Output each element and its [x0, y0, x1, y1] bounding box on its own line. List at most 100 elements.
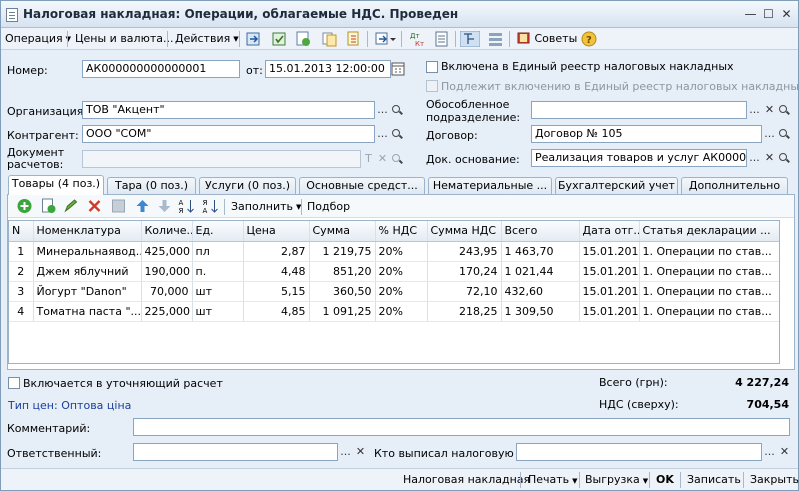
base-doc-search-icon[interactable]: [779, 153, 787, 161]
fill-menu[interactable]: Заполнить ▼: [231, 199, 301, 215]
column-header[interactable]: Статья декларации ...: [639, 221, 779, 242]
payment-doc-clear-icon[interactable]: ✕: [376, 151, 389, 169]
cell-quantity[interactable]: 70,000: [141, 281, 193, 302]
cell-price[interactable]: 4,48: [243, 261, 310, 282]
cell-vat-rate[interactable]: 20%: [375, 241, 428, 262]
cell-quantity[interactable]: 190,000: [141, 261, 193, 282]
journal-icon[interactable]: [433, 31, 450, 47]
cell-vat-rate[interactable]: 20%: [375, 281, 428, 302]
debit-credit-icon[interactable]: ДтКт: [409, 31, 426, 47]
cell-sum[interactable]: 851,20: [309, 261, 376, 282]
column-header[interactable]: Цена: [243, 221, 310, 242]
prices-currency-button[interactable]: Цены и валюта...: [75, 31, 173, 47]
payment-doc-search-icon[interactable]: [392, 154, 400, 162]
pick-button[interactable]: Подбор: [307, 199, 350, 215]
tab-accounting[interactable]: Бухгалтерский учет: [555, 177, 678, 195]
cell-ship-date[interactable]: 15.01.2013: [579, 301, 640, 322]
cell-ship-date[interactable]: 15.01.2013: [579, 281, 640, 302]
column-header[interactable]: Всего: [501, 221, 580, 242]
number-field[interactable]: АК000000000000001: [82, 60, 240, 78]
column-header[interactable]: Дата отг...: [579, 221, 640, 242]
cell-ship-date[interactable]: 15.01.2013: [579, 241, 640, 262]
contract-select-button[interactable]: ...: [763, 126, 776, 144]
save-button[interactable]: Записать: [687, 473, 741, 486]
cell-total[interactable]: 1 021,44: [501, 261, 580, 282]
column-header[interactable]: N: [9, 221, 34, 242]
cell-sum[interactable]: 1 219,75: [309, 241, 376, 262]
cell-vat-rate[interactable]: 20%: [375, 301, 428, 322]
comment-field[interactable]: [133, 418, 790, 436]
responsible-field[interactable]: [133, 443, 338, 461]
responsible-select-button[interactable]: ...: [339, 444, 352, 462]
subdivision-clear-icon[interactable]: ✕: [763, 102, 776, 120]
cell-vat-sum[interactable]: 243,95: [427, 241, 502, 262]
cell-vat-rate[interactable]: 20%: [375, 261, 428, 282]
in-registry-checkbox[interactable]: [426, 61, 438, 73]
copy-document-icon[interactable]: [321, 31, 338, 47]
subdivision-search-icon[interactable]: [779, 105, 787, 113]
contract-field[interactable]: Договор № 105: [531, 125, 762, 143]
cell-unit[interactable]: п.: [192, 261, 244, 282]
maximize-button[interactable]: ☐: [761, 7, 776, 22]
organization-field[interactable]: ТОВ "Акцент": [82, 101, 375, 119]
actions-menu[interactable]: Действия ▼: [175, 31, 239, 47]
table-row[interactable]: 4 Томатна паста "... 225,000 шт 4,85 1 0…: [9, 301, 779, 322]
base-doc-select-button[interactable]: ...: [748, 150, 761, 168]
subdivision-select-button[interactable]: ...: [748, 102, 761, 120]
list-view-icon[interactable]: [487, 31, 504, 47]
table-row[interactable]: 1 Минеральнаявод... 425,000 пл 2,87 1 21…: [9, 241, 779, 262]
cell-product[interactable]: Йогурт "Danon": [33, 281, 142, 302]
go-to-icon[interactable]: [375, 31, 397, 47]
cell-price[interactable]: 5,15: [243, 281, 310, 302]
cell-vat-sum[interactable]: 170,24: [427, 261, 502, 282]
sort-desc-icon[interactable]: ЯА: [202, 198, 219, 214]
structure-icon[interactable]: [345, 31, 362, 47]
type-select-icon[interactable]: T: [362, 151, 375, 169]
edit-row-icon[interactable]: [62, 198, 79, 214]
add-row-icon[interactable]: [16, 198, 33, 214]
cell-product[interactable]: Томатна паста "...: [33, 301, 142, 322]
help-icon[interactable]: ?: [581, 31, 598, 47]
cell-product[interactable]: Минеральнаявод...: [33, 241, 142, 262]
column-header[interactable]: Сумма: [309, 221, 376, 242]
cell-total[interactable]: 1 309,50: [501, 301, 580, 322]
sort-asc-icon[interactable]: АЯ: [178, 198, 195, 214]
print-menu[interactable]: Печать ▼: [528, 473, 578, 486]
cell-total[interactable]: 432,60: [501, 281, 580, 302]
refine-calc-checkbox[interactable]: [8, 377, 20, 389]
copy-row-icon[interactable]: [40, 198, 57, 214]
table-row[interactable]: 2 Джем яблучний 190,000 п. 4,48 851,20 2…: [9, 261, 779, 282]
organization-search-icon[interactable]: [392, 105, 400, 113]
hierarchy-icon[interactable]: [460, 31, 480, 47]
tax-invoice-print-button[interactable]: Налоговая накладная: [403, 473, 530, 486]
tab-fixed-assets[interactable]: Основные средст...: [299, 177, 425, 195]
tab-containers[interactable]: Тара (0 поз.): [107, 177, 196, 195]
cell-declaration[interactable]: 1. Операции по став...: [639, 241, 779, 262]
organization-select-button[interactable]: ...: [376, 102, 389, 120]
cell-sum[interactable]: 1 091,25: [309, 301, 376, 322]
issuer-field[interactable]: [516, 443, 762, 461]
cell-declaration[interactable]: 1. Операции по став...: [639, 261, 779, 282]
minimize-button[interactable]: —: [743, 7, 758, 22]
tab-services[interactable]: Услуги (0 поз.): [199, 177, 296, 195]
cell-declaration[interactable]: 1. Операции по став...: [639, 281, 779, 302]
cell-unit[interactable]: шт: [192, 301, 244, 322]
operation-menu[interactable]: Операция ▼: [5, 31, 71, 47]
date-field[interactable]: 15.01.2013 12:00:00: [265, 60, 391, 78]
payment-doc-field[interactable]: [82, 150, 361, 168]
upload-menu[interactable]: Выгрузка ▼: [585, 473, 648, 486]
counterparty-field[interactable]: ООО "СОМ": [82, 125, 375, 143]
cell-quantity[interactable]: 425,000: [141, 241, 193, 262]
cell-product[interactable]: Джем яблучний: [33, 261, 142, 282]
column-header[interactable]: Количе...: [141, 221, 193, 242]
column-header[interactable]: % НДС: [375, 221, 428, 242]
cell-vat-sum[interactable]: 218,25: [427, 301, 502, 322]
cell-sum[interactable]: 360,50: [309, 281, 376, 302]
ok-button[interactable]: OK: [656, 473, 674, 486]
cell-quantity[interactable]: 225,000: [141, 301, 193, 322]
price-type-link[interactable]: Тип цен: Оптова ціна: [8, 399, 131, 412]
move-up-icon[interactable]: [134, 198, 151, 214]
table-row[interactable]: 3 Йогурт "Danon" 70,000 шт 5,15 360,50 2…: [9, 281, 779, 302]
cell-declaration[interactable]: 1. Операции по став...: [639, 301, 779, 322]
close-form-button[interactable]: Закрыть: [750, 473, 799, 486]
